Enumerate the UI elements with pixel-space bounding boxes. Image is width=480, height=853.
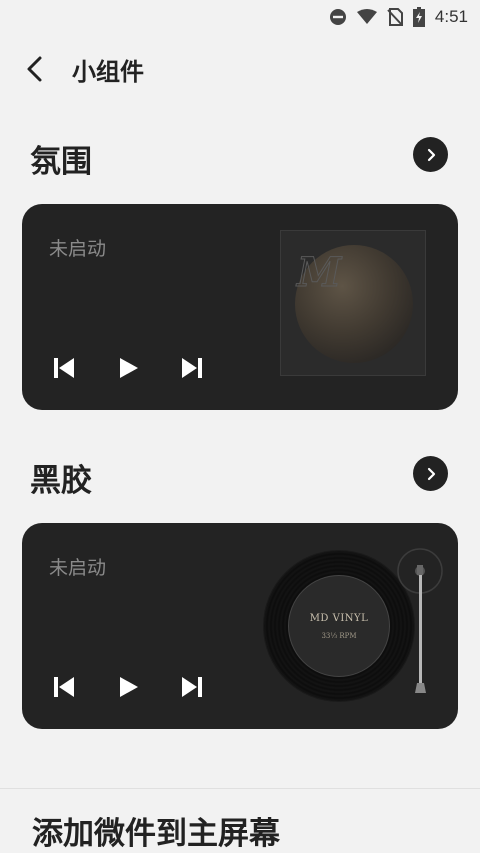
skip-previous-icon[interactable] [50, 354, 78, 382]
skip-next-icon[interactable] [178, 673, 206, 701]
ambient-artwork: M [280, 230, 426, 376]
no-sim-icon [387, 8, 403, 26]
chevron-right-icon[interactable] [413, 456, 448, 491]
status-bar: 4:51 [0, 0, 480, 34]
ambient-logo: M [296, 249, 342, 297]
vinyl-label-rpm: 33⅓ RPM [321, 631, 357, 640]
do-not-disturb-icon [329, 8, 347, 26]
playback-controls [50, 673, 206, 701]
header: 小组件 [24, 48, 144, 90]
add-widget-to-home-button[interactable]: 添加微件到主屏幕 [32, 808, 280, 853]
battery-charging-icon [412, 7, 425, 27]
chevron-right-icon[interactable] [413, 137, 448, 172]
divider [0, 788, 480, 789]
ambient-widget-card[interactable]: 未启动 M [22, 204, 458, 410]
play-icon[interactable] [114, 354, 142, 382]
wifi-icon [356, 9, 377, 25]
status-time: 4:51 [434, 7, 468, 26]
tonearm-icon [397, 548, 443, 693]
section-title-vinyl: 黑胶 [30, 463, 92, 499]
skip-previous-icon[interactable] [50, 673, 78, 701]
vinyl-record: MD VINYL 33⅓ RPM [264, 551, 414, 701]
section-title-ambient: 氛围 [30, 144, 92, 180]
widget-status: 未启动 [49, 238, 107, 260]
page-title: 小组件 [72, 57, 144, 86]
playback-controls [50, 354, 206, 382]
widget-status: 未启动 [49, 557, 107, 579]
vinyl-label: MD VINYL 33⅓ RPM [288, 575, 390, 677]
vinyl-label-title: MD VINYL [309, 612, 369, 624]
skip-next-icon[interactable] [178, 354, 206, 382]
play-icon[interactable] [114, 673, 142, 701]
vinyl-widget-card[interactable]: 未启动 MD VINYL 33⅓ RPM [22, 523, 458, 729]
chevron-left-icon[interactable] [24, 48, 60, 90]
